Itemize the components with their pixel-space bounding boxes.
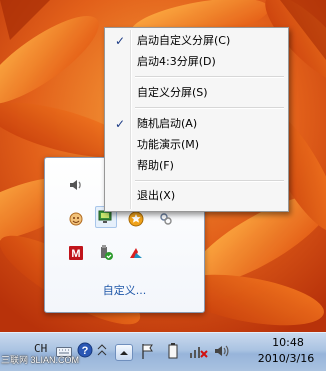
- menu-item-label: 启动自定义分屏(C): [137, 34, 231, 47]
- menu-separator: [135, 107, 284, 109]
- check-icon: ✓: [114, 34, 126, 48]
- menu-item-auto-start[interactable]: ✓ 随机启动(A): [107, 114, 286, 134]
- menu-item-exit[interactable]: 退出(X): [107, 186, 286, 206]
- clock-time[interactable]: 10:48: [258, 336, 318, 349]
- show-hidden-icons-button[interactable]: [115, 344, 133, 361]
- site-watermark: 三联网 3LIAN.COM: [1, 355, 80, 365]
- red-arrow-app-icon[interactable]: [125, 242, 147, 264]
- clock-date[interactable]: 2010/3/16: [248, 352, 324, 365]
- action-center-flag-icon[interactable]: [140, 342, 156, 364]
- volume-icon[interactable]: [213, 342, 231, 364]
- context-menu: ✓ 启动自定义分屏(C) 启动4:3分屏(D) 自定义分屏(S) ✓ 随机启动(…: [104, 27, 289, 212]
- battery-icon[interactable]: [167, 342, 179, 364]
- menu-item-label: 帮助(F): [137, 159, 174, 172]
- svg-text:?: ?: [82, 345, 89, 357]
- menu-item-start-4-3-split[interactable]: 启动4:3分屏(D): [107, 52, 286, 72]
- menu-item-label: 启动4:3分屏(D): [137, 55, 216, 68]
- help-icon[interactable]: ?: [77, 342, 93, 362]
- network-disconnected-icon[interactable]: [188, 342, 210, 364]
- menu-separator: [135, 76, 284, 78]
- mcafee-icon[interactable]: M: [65, 242, 87, 264]
- menu-item-feature-demo[interactable]: 功能演示(M): [107, 135, 286, 155]
- menu-item-label: 随机启动(A): [137, 117, 198, 130]
- usb-safe-icon[interactable]: [95, 242, 117, 264]
- menu-item-start-custom-split[interactable]: ✓ 启动自定义分屏(C): [107, 31, 286, 51]
- assistant-icon[interactable]: [65, 208, 87, 230]
- speaker-icon[interactable]: [65, 174, 87, 196]
- menu-item-label: 退出(X): [137, 189, 176, 202]
- menu-item-custom-split[interactable]: 自定义分屏(S): [107, 83, 286, 103]
- tray-dropdown-icon[interactable]: [96, 341, 108, 363]
- chevron-up-icon: [120, 350, 128, 355]
- customize-link[interactable]: 自定义...: [45, 282, 204, 298]
- menu-separator: [135, 180, 284, 182]
- check-icon: ✓: [114, 117, 126, 131]
- menu-item-help[interactable]: 帮助(F): [107, 156, 286, 176]
- menu-item-label: 功能演示(M): [137, 138, 200, 151]
- menu-item-label: 自定义分屏(S): [137, 86, 208, 99]
- svg-text:M: M: [71, 248, 80, 260]
